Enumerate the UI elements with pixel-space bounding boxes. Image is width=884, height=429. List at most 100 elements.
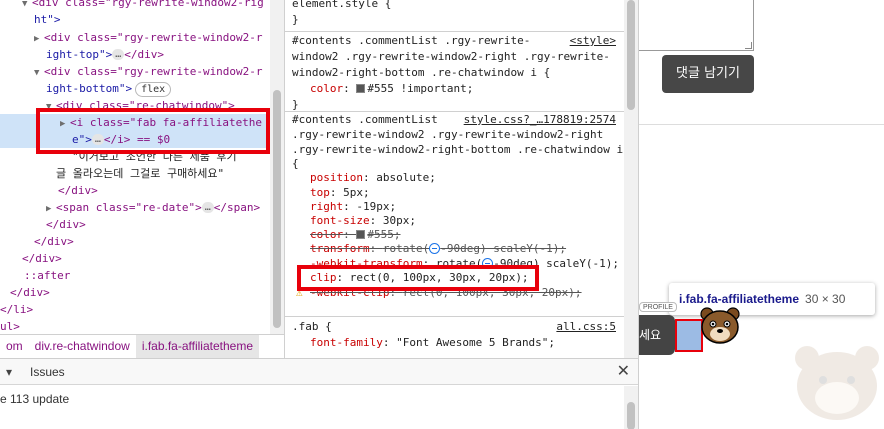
- style-declaration[interactable]: position: absolute;: [292, 170, 620, 186]
- prop-value: #555 !important;: [367, 82, 474, 95]
- scrollbar-thumb[interactable]: [627, 402, 635, 429]
- prop-value: #555;: [367, 228, 401, 241]
- dom-text: </li>: [0, 303, 34, 316]
- bear-avatar-icon: [700, 307, 740, 344]
- rule-source-link[interactable]: style.css?_…178819:2574: [464, 112, 616, 128]
- breadcrumb-item[interactable]: div.re-chatwindow: [29, 335, 136, 358]
- dom-text: </span>: [213, 201, 261, 214]
- dom-text: </div>: [124, 48, 165, 61]
- rule-selector[interactable]: window2-right-bottom .re-chatwindow i {: [292, 65, 620, 81]
- submit-comment-button[interactable]: 댓글 남기기: [662, 55, 754, 93]
- color-swatch[interactable]: [356, 230, 366, 239]
- flex-badge[interactable]: flex: [135, 82, 172, 97]
- ellipsis-badge[interactable]: …: [112, 49, 125, 60]
- rule-selector[interactable]: .fab {all.css:5: [292, 319, 620, 335]
- dom-text: ul>: [0, 320, 20, 333]
- selector-text: #contents .commentList: [292, 113, 438, 126]
- dom-line[interactable]: </div>: [0, 182, 270, 199]
- color-swatch[interactable]: [356, 84, 366, 93]
- chevron-down-icon[interactable]: ▾: [0, 359, 18, 385]
- breadcrumb-item[interactable]: om: [0, 335, 29, 358]
- scrollbar-thumb[interactable]: [627, 0, 635, 110]
- prop-value: rotate(: [382, 242, 430, 255]
- prop-name: top: [310, 186, 330, 199]
- dom-text: <span class="re-date">: [56, 201, 202, 214]
- close-icon[interactable]: ✕: [617, 359, 630, 385]
- angle-editor-icon[interactable]: [429, 243, 441, 254]
- dom-line[interactable]: ight-top">… </div>: [0, 46, 270, 63]
- dom-text: </div>: [10, 286, 50, 299]
- dom-line[interactable]: ::after: [0, 267, 270, 284]
- prop-name: font-family: [310, 336, 383, 349]
- rule-divider: [285, 31, 624, 32]
- rule-divider: [285, 316, 624, 317]
- prop-name: position: [310, 171, 363, 184]
- prop-name: right: [310, 200, 344, 213]
- annotation-highlight-box: [297, 265, 539, 291]
- dom-text: ::after: [24, 269, 71, 282]
- prop-value: 30px;: [382, 214, 416, 227]
- style-declaration[interactable]: font-family: "Font Awesome 5 Brands";: [292, 335, 620, 351]
- rule-selector[interactable]: element.style {: [292, 0, 620, 12]
- dom-line[interactable]: </li>: [0, 301, 270, 318]
- prop-name: color: [310, 82, 344, 95]
- chat-bubble[interactable]: 세요: [639, 315, 675, 355]
- style-declaration-overridden[interactable]: transform: rotate(-90deg) scaleY(-1);: [292, 241, 620, 257]
- prop-name: color: [310, 228, 344, 241]
- drawer-tabs: ▾ Issues ✕: [0, 359, 638, 385]
- dom-text: </div>: [58, 184, 98, 197]
- styles-panel: element.style { } #contents .commentList…: [284, 0, 624, 358]
- dom-line[interactable]: ▶ <span class="re-date">… </span>: [0, 199, 270, 216]
- dom-line[interactable]: ▼ <div class="rgy-rewrite-window2-r: [0, 63, 270, 80]
- dom-text: ht">: [34, 13, 61, 26]
- rule-selector[interactable]: #contents .commentList style.css?_…178819…: [292, 112, 620, 128]
- comment-textarea[interactable]: [639, 0, 754, 51]
- elements-panel: ▼ <div class="rgy-rewrite-window2-rig ht"…: [0, 0, 270, 334]
- dom-line[interactable]: </div>: [0, 250, 270, 267]
- rule-source-link[interactable]: <style>: [570, 33, 616, 49]
- web-page: 댓글 남기기 i.fab.fa-affiliatetheme 30 × 30 PR…: [638, 0, 884, 429]
- breadcrumb: om div.re-chatwindow i.fab.fa-affiliatethe…: [0, 334, 284, 358]
- dom-line[interactable]: ight-bottom"> flex: [0, 80, 270, 97]
- resize-grip-icon[interactable]: [745, 42, 752, 49]
- divider: [639, 124, 884, 125]
- profile-tag: PROFILE: [639, 302, 677, 312]
- tooltip-selector: i.fab.fa-affiliatetheme: [679, 292, 800, 306]
- prop-name: font-size: [310, 214, 370, 227]
- style-declaration[interactable]: color: #555 !important;: [292, 81, 620, 97]
- dom-line[interactable]: ▼ <div class="rgy-rewrite-window2-rig: [0, 0, 270, 11]
- dom-line[interactable]: ▶ <div class="rgy-rewrite-window2-r: [0, 29, 270, 46]
- selector-text: #contents .commentList .rgy-rewrite-: [292, 34, 531, 47]
- rule-selector[interactable]: #contents .commentList .rgy-rewrite- <sty…: [292, 33, 620, 49]
- prop-name: transform: [310, 242, 370, 255]
- rule-selector[interactable]: .rgy-rewrite-window2 .rgy-rewrite-window…: [292, 127, 620, 143]
- dom-line[interactable]: 글 올라오는데 그걸로 구매하세요": [0, 165, 270, 182]
- scrollbar-thumb[interactable]: [273, 90, 281, 328]
- elements-scrollbar[interactable]: [270, 0, 284, 334]
- dom-text: <div class="rgy-rewrite-window2-r: [44, 65, 263, 78]
- dom-text: <div class="rgy-rewrite-window2-rig: [32, 0, 264, 9]
- ellipsis-badge[interactable]: …: [201, 202, 214, 213]
- prop-value: -90deg) scaleY(-1);: [440, 242, 567, 255]
- styles-scrollbar[interactable]: [624, 0, 638, 358]
- rule-selector[interactable]: window2 .rgy-rewrite-window2-right .rgy-…: [292, 49, 620, 65]
- dom-text: <div class="rgy-rewrite-window2-r: [44, 31, 263, 44]
- prop-value: 5px;: [343, 186, 370, 199]
- dom-line[interactable]: </div>: [0, 233, 270, 250]
- drawer-scrollbar[interactable]: [624, 386, 638, 429]
- dom-text: 글 올라오는데 그걸로 구매하세요": [56, 167, 225, 180]
- rule-source-link[interactable]: all.css:5: [556, 319, 616, 335]
- dom-text: </div>: [46, 218, 86, 231]
- dom-line[interactable]: ul>: [0, 318, 270, 334]
- breadcrumb-item-active[interactable]: i.fab.fa-affiliatetheme: [135, 335, 260, 358]
- dom-line[interactable]: ht">: [0, 11, 270, 28]
- dom-text: </div>: [34, 235, 74, 248]
- dom-line[interactable]: </div>: [0, 284, 270, 301]
- dom-text: </div>: [22, 252, 62, 265]
- annotation-highlight-box: [36, 108, 270, 154]
- dom-text: ight-top">: [46, 48, 113, 61]
- rule-close: }: [292, 13, 299, 26]
- tab-issues[interactable]: Issues: [30, 359, 65, 385]
- bear-mascot-watermark-icon: [795, 346, 879, 420]
- dom-line[interactable]: </div>: [0, 216, 270, 233]
